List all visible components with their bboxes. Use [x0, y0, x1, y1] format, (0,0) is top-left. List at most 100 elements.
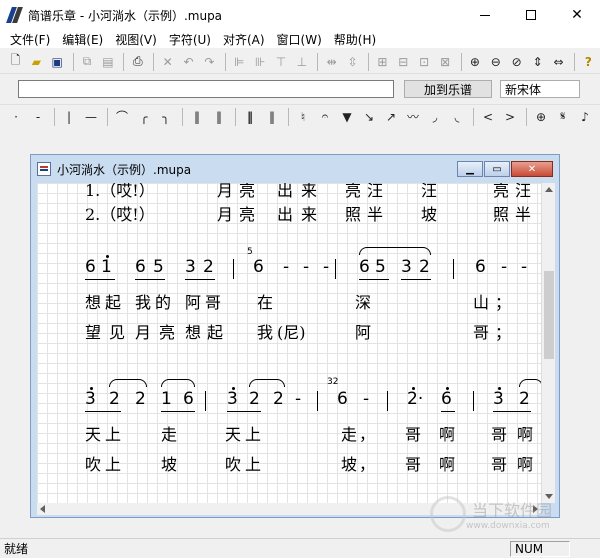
copy-button[interactable]: ⧉	[78, 52, 97, 72]
toolbar-separator	[460, 52, 462, 71]
note: 2·	[407, 389, 424, 409]
note: 6	[183, 389, 194, 409]
save-button[interactable]: ▣	[48, 52, 67, 72]
dot-icon: ·	[14, 109, 18, 124]
menu-file[interactable]: 文件(F)	[4, 31, 56, 48]
high-octave-dot	[90, 387, 93, 390]
zoom-out-button[interactable]: ⊖	[486, 52, 505, 72]
scroll-left-icon[interactable]	[40, 505, 45, 513]
align-top-button[interactable]: ⊤	[272, 52, 291, 72]
decrescendo-button[interactable]: >	[500, 107, 520, 127]
menu-align[interactable]: 对齐(A)	[217, 31, 271, 48]
note: 1	[101, 257, 112, 277]
turn-up-button[interactable]: ◟	[447, 107, 467, 127]
repeat-start-button[interactable]: ‖	[187, 107, 207, 127]
scroll-thumb[interactable]	[544, 271, 554, 359]
doc-restore-button[interactable]: ▭	[484, 161, 510, 177]
barline-button[interactable]: |	[59, 107, 79, 127]
accent-down-button[interactable]: ▼	[337, 107, 357, 127]
decrescendo-icon: >	[504, 109, 516, 124]
folder-open-icon: ▰	[31, 54, 41, 69]
align-right-button[interactable]: ⊪	[251, 52, 270, 72]
menu-edit[interactable]: 编辑(E)	[56, 31, 109, 48]
minimize-button[interactable]	[462, 0, 508, 30]
menu-view[interactable]: 视图(V)	[109, 31, 163, 48]
crescendo-button[interactable]: <	[478, 107, 498, 127]
font-select[interactable]: 新宋体	[500, 80, 580, 98]
fit-height-button[interactable]: ⇕	[528, 52, 547, 72]
note-button[interactable]: ♪	[575, 107, 595, 127]
scroll-up-icon[interactable]	[545, 187, 553, 192]
slur-start-button[interactable]: ╭	[134, 107, 154, 127]
space-horizontal-button[interactable]: ⇹	[322, 52, 341, 72]
doc-close-button[interactable]: ✕	[511, 161, 553, 177]
zoom-reset-button[interactable]: ⊘	[507, 52, 526, 72]
beam-line	[401, 279, 431, 280]
window-titlebar: 简谱乐章 - 小河淌水（示例）.mupa ✕	[0, 0, 600, 30]
segno-button[interactable]: 𝄋	[553, 107, 573, 127]
mdi-client-area: 小河淌水（示例）.mupa ▁ ▭ ✕ 1.（哎!） 月 亮 出 来 亮 汪 汪…	[0, 130, 600, 538]
same-height-button[interactable]: ⊠	[436, 52, 455, 72]
slur-mark	[249, 379, 285, 387]
vertical-scrollbar[interactable]	[541, 183, 555, 503]
open-button[interactable]: ▰	[27, 52, 46, 72]
note-icon: ♪	[581, 109, 589, 124]
redo-icon: ↷	[204, 54, 215, 69]
coda-button[interactable]: ⊕	[531, 107, 551, 127]
minimize-icon: ▁	[466, 163, 474, 175]
add-to-score-button[interactable]: 加到乐谱	[404, 80, 492, 98]
close-button[interactable]: ✕	[554, 0, 600, 30]
barline	[335, 259, 336, 279]
score-canvas[interactable]: 1.（哎!） 月 亮 出 来 亮 汪 汪 亮 汪 2.（哎!） 月 亮 出 来 …	[37, 183, 541, 503]
maximize-button[interactable]	[508, 0, 554, 30]
slur-button[interactable]: ⌒	[112, 107, 132, 127]
align-left-button[interactable]: ⊫	[230, 52, 249, 72]
new-file-button[interactable]: 🗋	[6, 52, 25, 72]
long-dash-button[interactable]: —	[81, 107, 101, 127]
help-button[interactable]: ?	[579, 52, 598, 72]
zoom-in-button[interactable]: ⊕	[465, 52, 484, 72]
trill-button[interactable]: 〰	[403, 107, 423, 127]
arrow-down-button[interactable]: ↘	[359, 107, 379, 127]
segno-icon: 𝄋	[560, 109, 566, 123]
group-button[interactable]: ⊞	[373, 52, 392, 72]
space-vertical-button[interactable]: ⇳	[343, 52, 362, 72]
high-octave-dot	[446, 387, 449, 390]
redo-button[interactable]: ↷	[200, 52, 219, 72]
cut-button[interactable]: ✕	[158, 52, 177, 72]
menu-help[interactable]: 帮助(H)	[328, 31, 382, 48]
lyric-token: 月	[135, 323, 152, 342]
turn-down-button[interactable]: ◞	[425, 107, 445, 127]
repeat-start-icon: ‖	[194, 109, 200, 124]
undo-button[interactable]: ↶	[179, 52, 198, 72]
ungroup-button[interactable]: ⊟	[394, 52, 413, 72]
toolbar-separator	[317, 52, 319, 71]
paste-button[interactable]: ▤	[99, 52, 118, 72]
fit-width-button[interactable]: ⇔	[549, 52, 568, 72]
slur-end-button[interactable]: ╮	[156, 107, 176, 127]
notation-input[interactable]	[18, 80, 394, 98]
final-bar-button[interactable]: ‖	[240, 107, 260, 127]
fermata-button[interactable]: 𝄐	[315, 107, 335, 127]
lyric-token: 哥	[205, 293, 222, 312]
arrow-up-button[interactable]: ↗	[381, 107, 401, 127]
lyric-token: 起	[207, 323, 224, 342]
toolbar-separator	[224, 52, 226, 71]
note: -	[501, 257, 508, 277]
space-vertical-icon: ⇳	[347, 54, 358, 69]
repeat-end-button[interactable]: ‖	[262, 107, 282, 127]
dot-button[interactable]: ·	[6, 107, 26, 127]
natural-button[interactable]: ♮	[293, 107, 313, 127]
document-window: 小河淌水（示例）.mupa ▁ ▭ ✕ 1.（哎!） 月 亮 出 来 亮 汪 汪…	[30, 154, 560, 518]
dash-button[interactable]: -	[28, 107, 48, 127]
doc-minimize-button[interactable]: ▁	[457, 161, 483, 177]
align-bottom-button[interactable]: ⊥	[292, 52, 311, 72]
menu-window[interactable]: 窗口(W)	[271, 31, 328, 48]
menu-char[interactable]: 字符(U)	[163, 31, 217, 48]
double-bar-button[interactable]: ‖	[209, 107, 229, 127]
dash-icon: -	[35, 109, 41, 124]
same-width-button[interactable]: ⊡	[415, 52, 434, 72]
symbol-toolbar: · - | — ⌒ ╭ ╮ ‖ ‖ ‖ ‖ ♮ 𝄐 ▼ ↘ ↗ 〰 ◞ ◟ < …	[0, 104, 600, 128]
print-button[interactable]: ⎙	[128, 52, 147, 72]
note: 6	[253, 257, 264, 277]
